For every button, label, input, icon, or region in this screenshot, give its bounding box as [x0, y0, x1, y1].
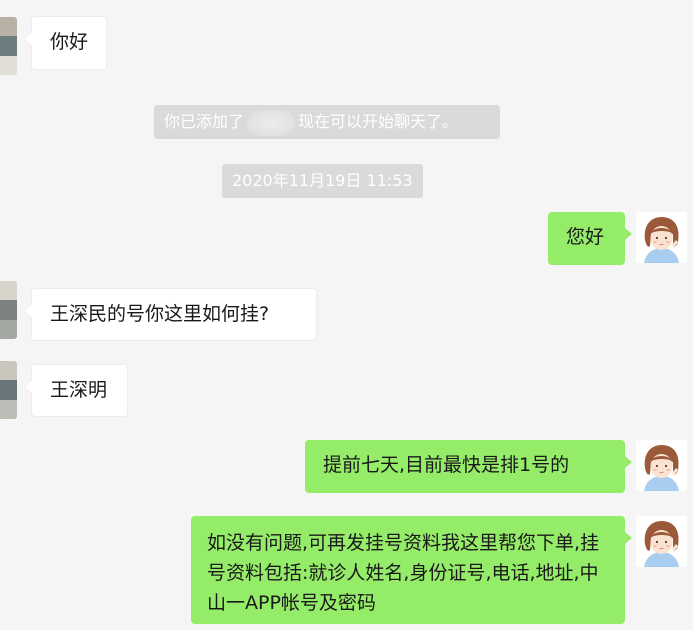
system-notice: 你已添加了 现在可以开始聊天了。: [154, 105, 500, 139]
message-text: 你好: [50, 31, 89, 53]
message-text: 王深明: [50, 379, 108, 401]
message-bubble[interactable]: 王深明: [25, 364, 128, 417]
contact-avatar[interactable]: [0, 361, 17, 419]
message-text: 提前七天,目前最快是排1号的: [323, 454, 570, 476]
timestamp-text: 2020年11月19日 11:53: [232, 171, 413, 190]
girl-avatar-icon[interactable]: [636, 212, 687, 263]
message-text: 如没有问题,可再发挂号资料我这里帮您下单,挂号资料包括:就诊人姓名,身份证号,电…: [207, 532, 600, 614]
girl-avatar-icon[interactable]: [636, 516, 687, 567]
message-text: 您好: [566, 226, 605, 248]
message-bubble[interactable]: 王深民的号你这里如何挂?: [25, 288, 317, 341]
blurred-contact-name: [247, 109, 296, 136]
system-notice-prefix: 你已添加了: [164, 112, 245, 131]
message-bubble[interactable]: 您好: [548, 212, 632, 265]
message-text: 王深民的号你这里如何挂?: [50, 303, 270, 325]
girl-avatar-icon[interactable]: [636, 440, 687, 491]
message-bubble[interactable]: 你好: [25, 16, 107, 70]
timestamp: 2020年11月19日 11:53: [222, 164, 423, 198]
system-notice-suffix: 现在可以开始聊天了。: [298, 112, 459, 131]
message-bubble[interactable]: 如没有问题,可再发挂号资料我这里帮您下单,挂号资料包括:就诊人姓名,身份证号,电…: [191, 516, 632, 624]
contact-avatar[interactable]: [0, 17, 17, 75]
contact-avatar[interactable]: [0, 281, 17, 339]
message-bubble[interactable]: 提前七天,目前最快是排1号的: [305, 440, 632, 493]
